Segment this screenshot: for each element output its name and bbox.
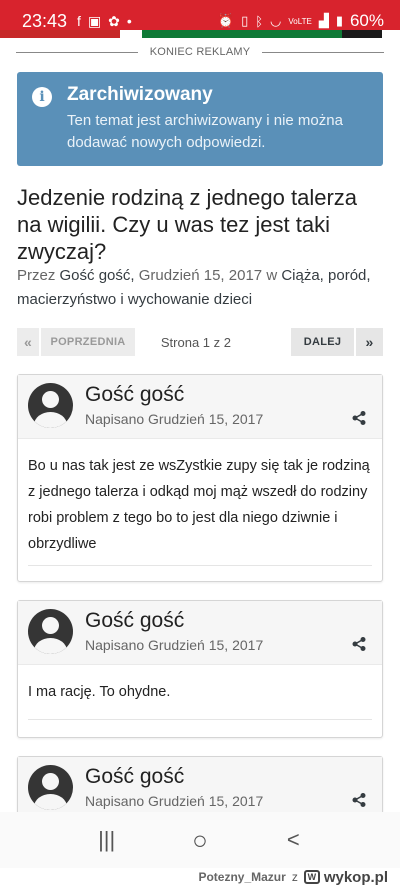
topic-title: Jedzenie rodziną z jednego talerza na wi… bbox=[17, 185, 358, 264]
notice-title: Zarchiwizowany bbox=[67, 84, 213, 105]
watermark-z: z bbox=[291, 870, 298, 884]
first-page-button[interactable]: « bbox=[17, 328, 39, 356]
battery-icon: ▮ bbox=[335, 13, 343, 28]
vibrate-icon: ▯ bbox=[241, 13, 249, 28]
watermark-site: wykop.pl bbox=[323, 868, 388, 886]
post-author[interactable]: Gość gość bbox=[85, 765, 184, 789]
dot-icon: • bbox=[126, 13, 132, 29]
avatar[interactable] bbox=[28, 383, 73, 428]
facebook-icon: f bbox=[77, 13, 81, 29]
end-of-ad-label: KONIEC REKLAMY bbox=[0, 44, 400, 60]
post: Gość gość Napisano Grudzień 15, 2017 I m… bbox=[17, 600, 383, 738]
status-time: 23:43 bbox=[22, 10, 68, 31]
bluetooth-icon: ᛒ bbox=[255, 13, 264, 29]
by-prefix: Przez bbox=[17, 267, 56, 284]
post-date[interactable]: Napisano Grudzień 15, 2017 bbox=[85, 793, 263, 809]
last-page-button[interactable]: » bbox=[356, 328, 383, 356]
system-nav-bar: ||| ○ < bbox=[0, 812, 400, 868]
page-info[interactable]: Strona 1 z 2 bbox=[161, 335, 231, 350]
topic-author: Gość gość, bbox=[59, 267, 135, 284]
archived-notice: i Zarchiwizowany Ten temat jest archiwiz… bbox=[17, 72, 383, 166]
in-word: w bbox=[266, 267, 278, 284]
notice-body: Ten temat jest archiwizowany i nie można… bbox=[67, 112, 343, 151]
home-icon[interactable]: ○ bbox=[180, 825, 220, 856]
recents-icon[interactable]: ||| bbox=[87, 827, 127, 853]
watermark: Potezny_Mazur z W wykop.pl bbox=[0, 868, 400, 886]
next-page-button[interactable]: DALEJ bbox=[291, 328, 354, 356]
post-date[interactable]: Napisano Grudzień 15, 2017 bbox=[85, 637, 263, 653]
post: Gość gość Napisano Grudzień 15, 2017 Bo … bbox=[17, 374, 383, 582]
signal-icon: ▟ bbox=[318, 13, 329, 28]
alarm-icon: ⏰ bbox=[217, 13, 235, 28]
topic-date: Grudzień 15, 2017 bbox=[138, 267, 263, 284]
notification-icon: ✿ bbox=[108, 12, 120, 29]
wykop-logo-icon: W bbox=[303, 870, 320, 884]
gallery-icon: ▣ bbox=[87, 12, 102, 29]
post-body: Bo u nas tak jest ze wsZystkie zupy się … bbox=[28, 458, 370, 552]
pagination: « POPRZEDNIA Strona 1 z 2 DALEJ » bbox=[17, 328, 383, 356]
share-icon[interactable] bbox=[352, 411, 366, 425]
watermark-user: Potezny_Mazur bbox=[198, 870, 286, 884]
info-icon: i bbox=[32, 87, 52, 107]
post-author[interactable]: Gość gość bbox=[85, 609, 184, 633]
previous-page-button[interactable]: POPRZEDNIA bbox=[41, 328, 135, 356]
post-body: I ma rację. To ohydne. bbox=[28, 684, 171, 700]
share-icon[interactable] bbox=[352, 793, 366, 807]
share-icon[interactable] bbox=[352, 637, 366, 651]
wifi-icon: ◡ bbox=[270, 13, 282, 28]
back-icon[interactable]: < bbox=[273, 827, 313, 853]
post-date[interactable]: Napisano Grudzień 15, 2017 bbox=[85, 411, 263, 427]
ad-banner[interactable] bbox=[0, 30, 400, 42]
signal-text: VoLTE bbox=[288, 16, 312, 26]
avatar[interactable] bbox=[28, 609, 73, 654]
avatar[interactable] bbox=[28, 765, 73, 810]
topic-meta: Przez Gość gość, Grudzień 15, 2017 w Cią… bbox=[17, 264, 383, 312]
battery-percent: 60% bbox=[349, 11, 384, 30]
post-author[interactable]: Gość gość bbox=[85, 383, 184, 407]
